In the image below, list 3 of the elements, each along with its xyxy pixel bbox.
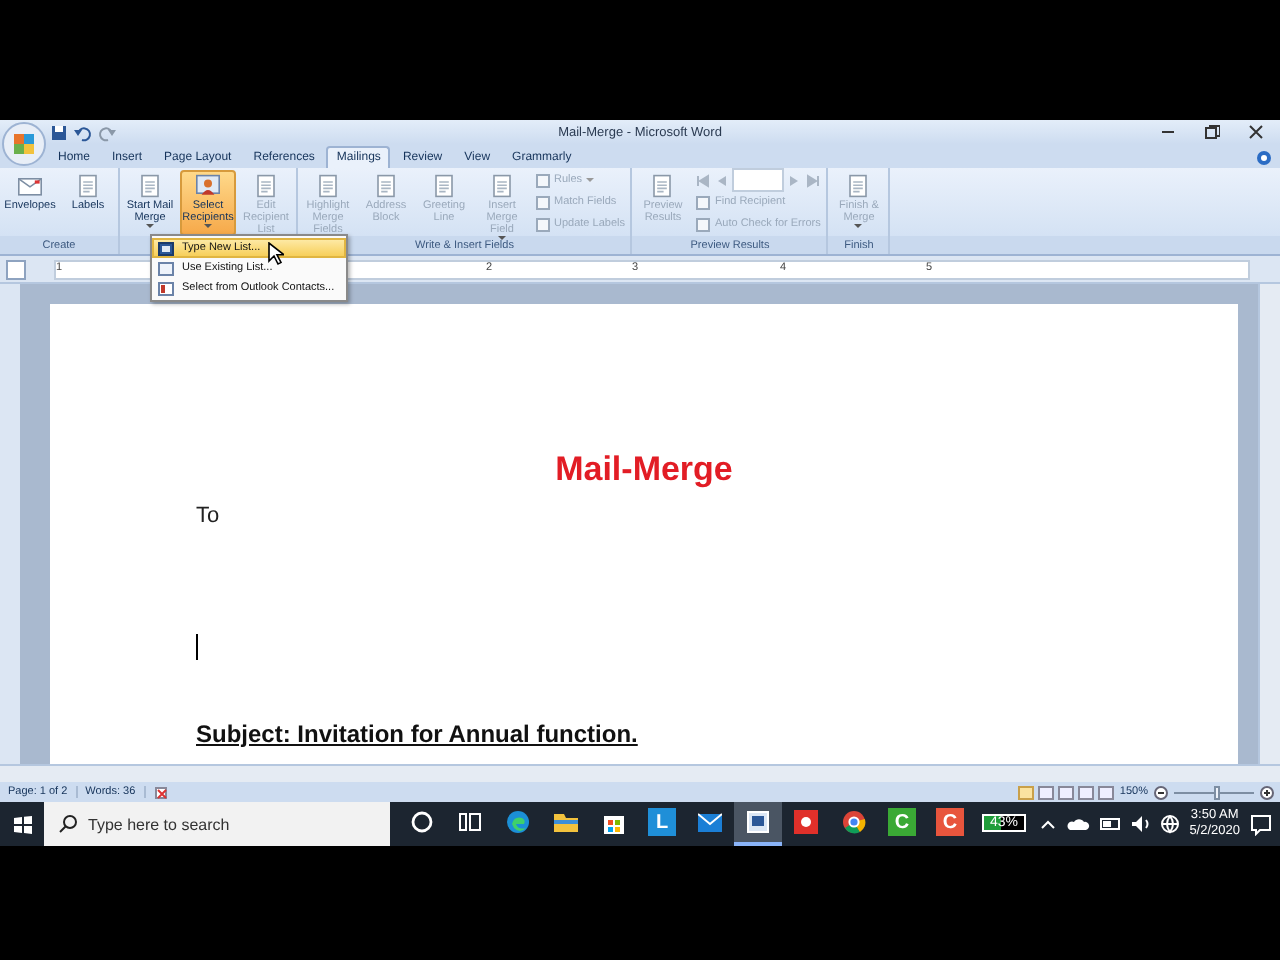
- subject-line: Subject: Invitation for Annual function.: [196, 720, 638, 748]
- document-text: To: [196, 504, 220, 528]
- document-title: Mail-Merge: [555, 450, 733, 488]
